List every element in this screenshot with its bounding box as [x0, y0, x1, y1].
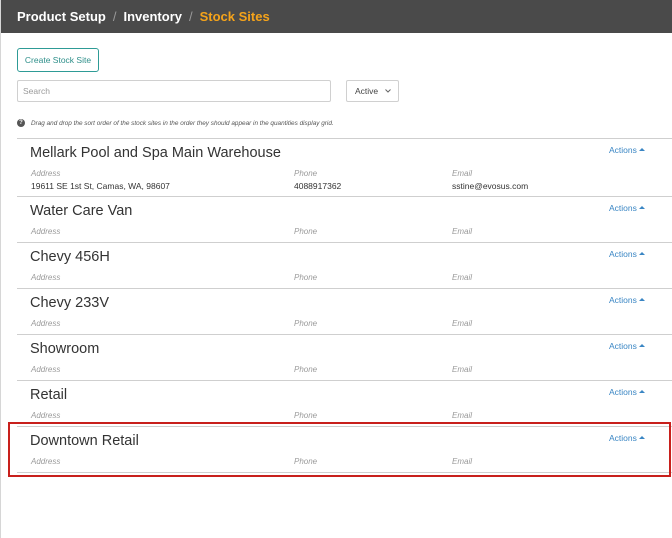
list-divider: [17, 472, 672, 473]
search-input[interactable]: [17, 80, 331, 102]
actions-dropdown[interactable]: Actions: [609, 249, 645, 259]
address-value: 19611 SE 1st St, Camas, WA, 98607: [31, 181, 170, 191]
caret-up-icon: [638, 206, 645, 209]
actions-label: Actions: [609, 387, 637, 397]
breadcrumb-inventory[interactable]: Inventory: [123, 9, 182, 24]
phone-label: Phone: [294, 457, 318, 466]
phone-value: 4088917362: [294, 181, 342, 191]
breadcrumb-stock-sites: Stock Sites: [199, 9, 270, 24]
stock-site-name: Retail: [30, 387, 68, 403]
phone-label: Phone: [294, 169, 318, 178]
actions-dropdown[interactable]: Actions: [609, 295, 645, 305]
phone-label: Phone: [294, 365, 318, 374]
stock-site-name: Chevy 233V: [30, 295, 109, 311]
actions-label: Actions: [609, 341, 637, 351]
address-label: Address: [31, 411, 61, 420]
stock-site-name: Mellark Pool and Spa Main Warehouse: [30, 145, 281, 161]
actions-dropdown[interactable]: Actions: [609, 433, 645, 443]
actions-dropdown[interactable]: Actions: [609, 341, 645, 351]
breadcrumb-separator: /: [188, 9, 193, 24]
address-label: Address: [31, 227, 61, 236]
email-label: Email: [452, 365, 473, 374]
caret-up-icon: [638, 298, 645, 301]
caret-up-icon: [638, 344, 645, 347]
sort-hint-text: Drag and drop the sort order of the stoc…: [31, 119, 334, 127]
address-label: Address: [31, 365, 61, 374]
email-label: Email: [452, 411, 473, 420]
caret-up-icon: [638, 148, 645, 151]
phone-label: Phone: [294, 227, 318, 236]
email-value: sstine@evosus.com: [452, 181, 529, 191]
actions-label: Actions: [609, 249, 637, 259]
phone-label: Phone: [294, 411, 318, 420]
stock-site-list: Mellark Pool and Spa Main Warehouse Acti…: [17, 138, 672, 473]
stock-site-row[interactable]: Chevy 233V Actions Address Phone Email: [17, 288, 672, 334]
create-stock-site-button[interactable]: Create Stock Site: [17, 48, 99, 72]
caret-up-icon: [638, 390, 645, 393]
sort-hint: ? Drag and drop the sort order of the st…: [17, 119, 334, 127]
stock-site-row[interactable]: Retail Actions Address Phone Email: [17, 380, 672, 426]
actions-dropdown[interactable]: Actions: [609, 145, 645, 155]
address-label: Address: [31, 457, 61, 466]
stock-site-name: Showroom: [30, 341, 100, 357]
stock-site-row[interactable]: Water Care Van Actions Address Phone Ema…: [17, 196, 672, 242]
help-icon: ?: [17, 119, 25, 127]
email-label: Email: [452, 273, 473, 282]
status-filter-select[interactable]: Active: [346, 80, 399, 102]
stock-site-row[interactable]: Chevy 456H Actions Address Phone Email: [17, 242, 672, 288]
actions-dropdown[interactable]: Actions: [609, 387, 645, 397]
actions-label: Actions: [609, 145, 637, 155]
breadcrumb-product-setup[interactable]: Product Setup: [17, 9, 106, 24]
address-label: Address: [31, 273, 61, 282]
stock-site-name: Chevy 456H: [30, 249, 110, 265]
actions-label: Actions: [609, 433, 637, 443]
caret-up-icon: [638, 436, 645, 439]
email-label: Email: [452, 169, 473, 178]
actions-dropdown[interactable]: Actions: [609, 203, 645, 213]
chevron-down-icon: [385, 89, 392, 93]
status-filter-value: Active: [355, 86, 379, 96]
address-label: Address: [31, 319, 61, 328]
phone-label: Phone: [294, 273, 318, 282]
stock-site-name: Water Care Van: [30, 203, 133, 219]
phone-label: Phone: [294, 319, 318, 328]
caret-up-icon: [638, 252, 645, 255]
actions-label: Actions: [609, 203, 637, 213]
stock-site-row[interactable]: Mellark Pool and Spa Main Warehouse Acti…: [17, 138, 672, 196]
stock-site-row[interactable]: Showroom Actions Address Phone Email: [17, 334, 672, 380]
stock-site-name: Downtown Retail: [30, 433, 139, 449]
email-label: Email: [452, 319, 473, 328]
email-label: Email: [452, 227, 473, 236]
address-label: Address: [31, 169, 61, 178]
breadcrumb-bar: Product Setup / Inventory / Stock Sites: [1, 0, 672, 33]
actions-label: Actions: [609, 295, 637, 305]
breadcrumb-separator: /: [112, 9, 117, 24]
email-label: Email: [452, 457, 473, 466]
page-frame: Product Setup / Inventory / Stock Sites …: [0, 0, 672, 538]
stock-site-row[interactable]: Downtown Retail Actions Address Phone Em…: [17, 426, 672, 472]
